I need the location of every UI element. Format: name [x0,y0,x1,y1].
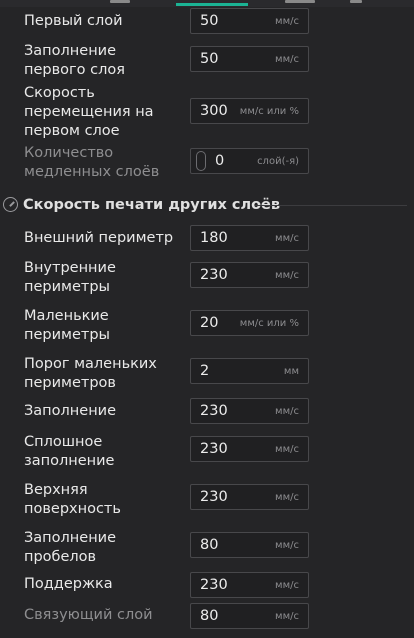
field-unit: мм/с [275,444,299,455]
field-value: 80 [200,608,219,624]
field-unit: мм/с [275,16,299,27]
setting-row-support: Поддержка 230 мм/с [0,572,414,600]
field-value: 230 [200,267,228,283]
tab-stub[interactable] [350,0,362,3]
field-value: 230 [200,403,228,419]
field-unit: мм/с [275,54,299,65]
field-unit: мм/с [275,270,299,281]
setting-label: Заполнение [24,403,117,419]
field-unit: слой(-я) [257,156,299,167]
active-tab-indicator[interactable] [176,3,248,6]
section-title: Скорость печати других слоёв [23,197,281,213]
field-unit: мм/с или % [239,106,299,117]
setting-row-top-surface: Верхняя поверхность 230 мм/с [0,480,414,520]
top-surface-speed-input[interactable]: 230 мм/с [190,484,309,510]
small-perimeters-speed-input[interactable]: 20 мм/с или % [190,310,309,336]
field-value: 50 [200,13,219,29]
setting-label: Заполнение пробелов [24,530,117,565]
solid-infill-speed-input[interactable]: 230 мм/с [190,436,309,462]
setting-label: Заполнение первого слоя [24,43,125,78]
gap-fill-speed-input[interactable]: 80 мм/с [190,532,309,558]
field-unit: мм/с [275,580,299,591]
tab-stub[interactable] [110,0,130,3]
setting-label: Скорость перемещения на первом слое [24,85,154,139]
support-interface-speed-input[interactable]: 80 мм/с [190,603,309,629]
section-divider [255,205,407,206]
field-value: 2 [200,363,210,379]
setting-row-infill: Заполнение 230 мм/с [0,398,414,426]
slow-layers-count-stepper[interactable]: 0 слой(-я) [190,148,309,174]
setting-row-gap-fill: Заполнение пробелов 80 мм/с [0,528,414,568]
setting-label: Маленькие периметры [24,308,110,343]
setting-row-support-interface: Связующий слой 80 мм/с [0,603,414,631]
setting-row-first-layer: Первый слой 50 мм/с [0,8,414,36]
setting-row-small-perimeters: Маленькие периметры 20 мм/с или % [0,306,414,346]
setting-row-outer-wall: Внешний периметр 180 мм/с [0,225,414,253]
setting-label: Первый слой [24,13,123,29]
tab-strip [0,0,414,7]
field-unit: мм/с [275,233,299,244]
tab-stub[interactable] [285,0,315,3]
outer-wall-speed-input[interactable]: 180 мм/с [190,225,309,251]
field-value: 230 [200,577,228,593]
field-unit: мм/с [275,406,299,417]
print-speed-settings-panel: Первый слой 50 мм/с Заполнение первого с… [0,0,414,638]
inner-wall-speed-input[interactable]: 230 мм/с [190,262,309,288]
field-value: 80 [200,537,219,553]
field-value: 300 [200,103,228,119]
field-value: 50 [200,51,219,67]
setting-row-slow-layers: Количество медленных слоёв 0 слой(-я) [0,143,414,183]
support-speed-input[interactable]: 230 мм/с [190,572,309,598]
setting-label: Сплошное заполнение [24,434,115,469]
field-value: 180 [200,230,228,246]
setting-label: Порог маленьких периметров [24,356,157,391]
setting-row-small-perimeter-threshold: Порог маленьких периметров 2 мм [0,354,414,394]
setting-label: Верхняя поверхность [24,482,121,517]
field-unit: мм/с [275,611,299,622]
field-value: 230 [200,441,228,457]
field-unit: мм/с или % [239,318,299,329]
setting-row-first-layer-infill: Заполнение первого слоя 50 мм/с [0,41,414,81]
small-perimeter-threshold-input[interactable]: 2 мм [190,358,309,384]
first-layer-travel-speed-input[interactable]: 300 мм/с или % [190,98,309,124]
first-layer-infill-speed-input[interactable]: 50 мм/с [190,46,309,72]
setting-row-solid-infill: Сплошное заполнение 230 мм/с [0,432,414,472]
setting-label: Внешний периметр [24,230,174,246]
infill-speed-input[interactable]: 230 мм/с [190,398,309,424]
section-header-other-layers: Скорость печати других слоёв [0,195,414,217]
field-value: 0 [215,153,225,169]
setting-label: Связующий слой [24,607,153,623]
setting-row-inner-wall: Внутренние периметры 230 мм/с [0,258,414,298]
field-unit: мм/с [275,492,299,503]
speedometer-icon [3,197,18,212]
setting-row-first-layer-travel: Скорость перемещения на первом слое 300 … [0,83,414,141]
stepper-arrows-icon[interactable] [196,151,208,171]
field-unit: мм/с [275,540,299,551]
setting-label: Количество медленных слоёв [24,145,160,180]
setting-label: Внутренние периметры [24,260,116,295]
first-layer-speed-input[interactable]: 50 мм/с [190,8,309,34]
field-value: 20 [200,315,219,331]
field-unit: мм [283,366,299,377]
field-value: 230 [200,489,228,505]
setting-label: Поддержка [24,576,113,592]
